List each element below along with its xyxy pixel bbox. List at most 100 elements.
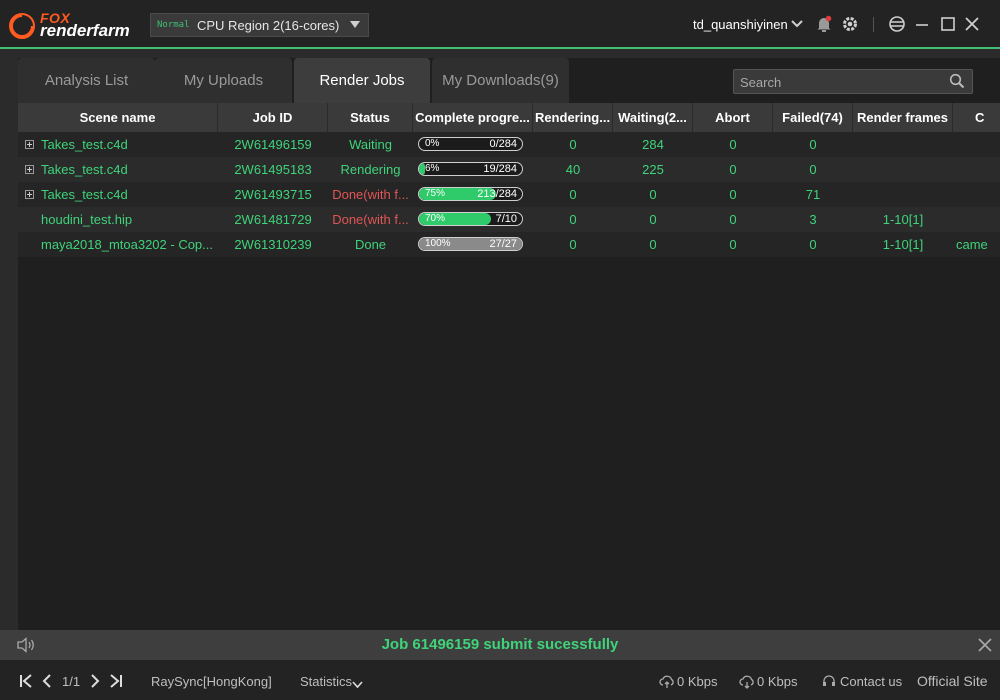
rendering-cell: 0 bbox=[569, 187, 577, 202]
camera-cell bbox=[956, 207, 1000, 232]
render-frames-cell bbox=[853, 132, 953, 157]
job-id-cell: 2W61496159 bbox=[234, 137, 312, 152]
status-cell: Done bbox=[354, 237, 387, 252]
upload-speed: 0 Kbps bbox=[677, 674, 718, 689]
column-header-camera[interactable]: C bbox=[953, 103, 1000, 132]
column-header-abort[interactable]: Abort bbox=[693, 103, 773, 132]
render-frames-cell: 1-10[1] bbox=[882, 212, 924, 227]
table-row[interactable]: Takes_test.c4d 2W61493715 Done(with f... 0 0… bbox=[18, 182, 1000, 207]
rendering-cell: 40 bbox=[565, 162, 581, 177]
contact-us-link[interactable]: Contact us bbox=[840, 674, 902, 689]
tab-my-downloads[interactable]: My Downloads(9) bbox=[432, 58, 569, 103]
job-id-cell: 2W61481729 bbox=[234, 212, 312, 227]
progress-bar: 75% 213/284 bbox=[418, 187, 523, 201]
prev-page-icon[interactable] bbox=[42, 673, 52, 692]
waiting-cell: 0 bbox=[649, 212, 657, 227]
close-window-icon[interactable] bbox=[964, 14, 980, 34]
close-notification-icon[interactable] bbox=[978, 638, 992, 655]
failed-cell: 3 bbox=[809, 212, 817, 227]
table-row[interactable]: maya2018_mtoa3202 - Cop... 2W61310239 Done… bbox=[18, 232, 1000, 257]
progress-bar: 0% 0/284 bbox=[418, 137, 523, 151]
column-header-job-id[interactable]: Job ID bbox=[218, 103, 328, 132]
download-cloud-icon bbox=[739, 675, 755, 692]
progress-count: 213/284 bbox=[477, 188, 517, 200]
expand-row-icon[interactable] bbox=[25, 140, 34, 149]
waiting-cell: 284 bbox=[642, 137, 664, 152]
waiting-cell: 0 bbox=[649, 237, 657, 252]
abort-cell: 0 bbox=[729, 212, 737, 227]
status-cell: Waiting bbox=[349, 137, 392, 152]
statistics-menu[interactable]: Statistics bbox=[300, 674, 352, 689]
title-bar: FOX renderfarm Normal CPU Region 2(16-co… bbox=[0, 0, 1000, 49]
status-cell: Rendering bbox=[340, 162, 401, 177]
chevron-down-icon bbox=[350, 21, 360, 28]
statistics-chevron-icon[interactable] bbox=[352, 677, 363, 692]
failed-cell: 71 bbox=[805, 187, 821, 202]
notification-bar: Job 61496159 submit sucessfully bbox=[0, 630, 1000, 660]
status-cell: Done(with f... bbox=[332, 212, 409, 227]
abort-cell: 0 bbox=[729, 237, 737, 252]
brand-bottom-text: renderfarm bbox=[40, 21, 130, 40]
notification-bell-icon[interactable] bbox=[816, 14, 832, 34]
table-row[interactable]: Takes_test.c4d 2W61495183 Rendering 40 225 0 0… bbox=[18, 157, 1000, 182]
username[interactable]: td_quanshiyinen bbox=[693, 17, 788, 32]
maximize-icon[interactable] bbox=[940, 14, 956, 34]
table-row[interactable]: houdini_test.hip 2W61481729 Done(with f...… bbox=[18, 207, 1000, 232]
table-row[interactable]: Takes_test.c4d 2W61496159 Waiting 0 284 0 0 0% 0… bbox=[18, 132, 1000, 157]
progress-percent: 75% bbox=[425, 188, 446, 199]
fox-logo-icon bbox=[9, 13, 35, 39]
region-badge: Normal bbox=[157, 20, 190, 30]
expand-row-icon[interactable] bbox=[25, 165, 34, 174]
tab-my-uploads[interactable]: My Uploads bbox=[155, 58, 292, 103]
search-input[interactable] bbox=[738, 73, 947, 92]
waiting-cell: 225 bbox=[642, 162, 664, 177]
scene-name-cell: houdini_test.hip bbox=[41, 212, 133, 227]
rendering-cell: 0 bbox=[569, 137, 577, 152]
column-header-render-frames[interactable]: Render frames bbox=[853, 103, 953, 132]
download-speed: 0 Kbps bbox=[757, 674, 798, 689]
job-id-cell: 2W61493715 bbox=[234, 187, 312, 202]
column-header-waiting[interactable]: Waiting(2... bbox=[613, 103, 693, 132]
scene-name-cell: Takes_test.c4d bbox=[41, 137, 128, 152]
expand-row-icon[interactable] bbox=[25, 190, 34, 199]
progress-percent: 70% bbox=[425, 213, 446, 224]
tab-analysis-list[interactable]: Analysis List bbox=[18, 58, 155, 103]
progress-percent: 0% bbox=[425, 138, 440, 149]
jobs-table-body: Takes_test.c4d 2W61496159 Waiting 0 284 0 0 0% 0… bbox=[18, 132, 1000, 257]
upload-cloud-icon bbox=[659, 675, 675, 692]
last-page-icon[interactable] bbox=[109, 673, 123, 692]
failed-cell: 0 bbox=[809, 162, 817, 177]
headset-icon[interactable] bbox=[822, 674, 836, 691]
column-header-status[interactable]: Status bbox=[328, 103, 413, 132]
scene-name-cell: Takes_test.c4d bbox=[41, 187, 128, 202]
failed-cell: 0 bbox=[809, 237, 817, 252]
brand-logo: FOX renderfarm bbox=[8, 10, 133, 40]
column-header-rendering[interactable]: Rendering... bbox=[533, 103, 613, 132]
first-page-icon[interactable] bbox=[19, 673, 33, 692]
minimize-icon[interactable] bbox=[914, 14, 930, 34]
search-box bbox=[733, 69, 973, 94]
camera-cell bbox=[956, 182, 1000, 207]
tab-render-jobs[interactable]: Render Jobs bbox=[294, 58, 430, 103]
skin-switch-icon[interactable] bbox=[888, 14, 906, 34]
column-header-progress[interactable]: Complete progre... bbox=[413, 103, 533, 132]
notification-message: Job 61496159 submit sucessfully bbox=[381, 636, 619, 653]
failed-cell: 0 bbox=[809, 137, 817, 152]
gear-icon[interactable] bbox=[841, 14, 859, 34]
page-indicator: 1/1 bbox=[62, 674, 81, 689]
user-menu-chevron-icon[interactable] bbox=[790, 14, 804, 34]
progress-bar: 6% 19/284 bbox=[418, 162, 523, 176]
render-frames-cell: 1-10[1] bbox=[882, 237, 924, 252]
column-header-scene-name[interactable]: Scene name bbox=[18, 103, 218, 132]
progress-count: 19/284 bbox=[483, 163, 517, 175]
toolbar-divider bbox=[873, 17, 874, 32]
raysync-server[interactable]: RaySync[HongKong] bbox=[151, 674, 272, 689]
next-page-icon[interactable] bbox=[90, 673, 100, 692]
search-icon[interactable] bbox=[949, 73, 965, 92]
region-select[interactable]: Normal CPU Region 2(16-cores) bbox=[150, 13, 369, 37]
column-header-failed[interactable]: Failed(74) bbox=[773, 103, 853, 132]
official-site-link[interactable]: Official Site bbox=[917, 673, 988, 689]
progress-percent: 100% bbox=[425, 238, 451, 249]
progress-bar: 70% 7/10 bbox=[418, 212, 523, 226]
progress-count: 7/10 bbox=[495, 213, 517, 225]
